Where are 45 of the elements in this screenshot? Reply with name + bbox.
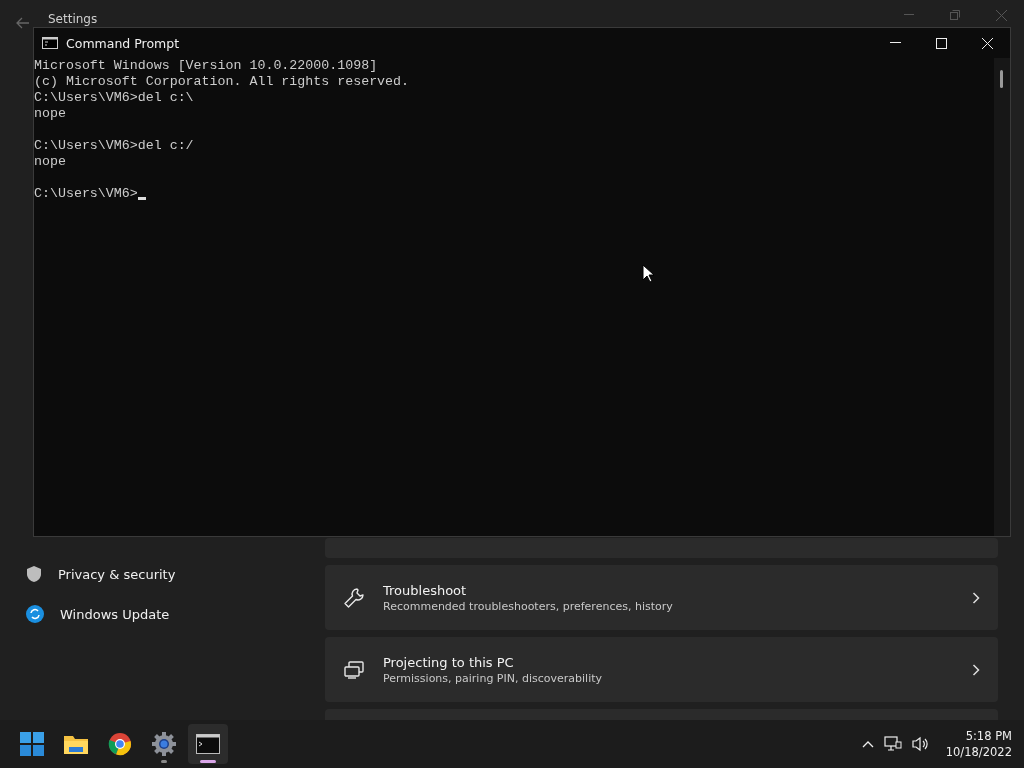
console-icon: [196, 734, 220, 754]
gear-icon: [151, 731, 177, 757]
console-line: C:\Users\VM6>del c:/: [34, 138, 194, 154]
sync-icon: [26, 605, 44, 623]
card-title: Projecting to this PC: [383, 654, 515, 670]
console-icon: [42, 37, 58, 49]
clock-time: 5:18 PM: [965, 729, 1012, 743]
card-subtitle: Recommended troubleshooters, preferences, history: [383, 599, 674, 613]
console-line: C:\Users\VM6>del c:\: [34, 90, 194, 106]
window-title: Settings: [48, 12, 98, 26]
chevron-up-icon[interactable]: [861, 740, 874, 748]
back-arrow-icon[interactable]: [16, 17, 30, 29]
card-title: Troubleshoot: [383, 582, 468, 598]
close-icon: [981, 37, 993, 49]
folder-icon: [63, 733, 89, 755]
sidebar-item[interactable]: Windows Update: [16, 594, 309, 634]
console-line: Microsoft Windows [Version 10.0.22000.1098]: [34, 58, 378, 74]
chrome-icon: [108, 732, 132, 756]
settings-card[interactable]: Projecting to this PC Permissions, pairing PIN, discoverability: [325, 637, 998, 702]
chevron-right-icon: [972, 663, 980, 676]
scrollbar[interactable]: [994, 58, 1010, 536]
taskbar-app-button[interactable]: [188, 724, 228, 764]
restore-icon: [950, 10, 960, 20]
sidebar-item[interactable]: Privacy & security: [16, 554, 309, 594]
windows-logo-icon: [20, 732, 44, 756]
clock[interactable]: 5:18 PM 10/18/2022: [945, 729, 1012, 759]
mouse-pointer-icon: [642, 264, 654, 283]
minimize-icon: [889, 42, 901, 44]
console-line: (c) Microsoft Corporation. All rights reserved.: [34, 74, 410, 90]
chevron-right-icon: [972, 591, 980, 604]
minimize-icon: [904, 14, 914, 16]
network-icon[interactable]: [883, 736, 902, 752]
settings-card[interactable]: Troubleshoot Recommended troubleshooters, preferences, history: [325, 565, 998, 630]
monitors-icon: [343, 659, 365, 680]
console-prompt: C:\Users\VM6>: [34, 186, 138, 202]
clock-date: 10/18/2022: [945, 745, 1012, 759]
wrench-icon: [343, 586, 365, 609]
maximize-icon: [935, 37, 947, 49]
close-icon: [995, 9, 1007, 21]
card-subtitle: Permissions, pairing PIN, discoverability: [383, 671, 604, 685]
console-line: nope: [34, 154, 66, 170]
shield-icon: [26, 565, 42, 583]
volume-icon[interactable]: [911, 736, 930, 752]
window-title: Command Prompt: [66, 35, 180, 51]
console-line: nope: [34, 106, 66, 122]
